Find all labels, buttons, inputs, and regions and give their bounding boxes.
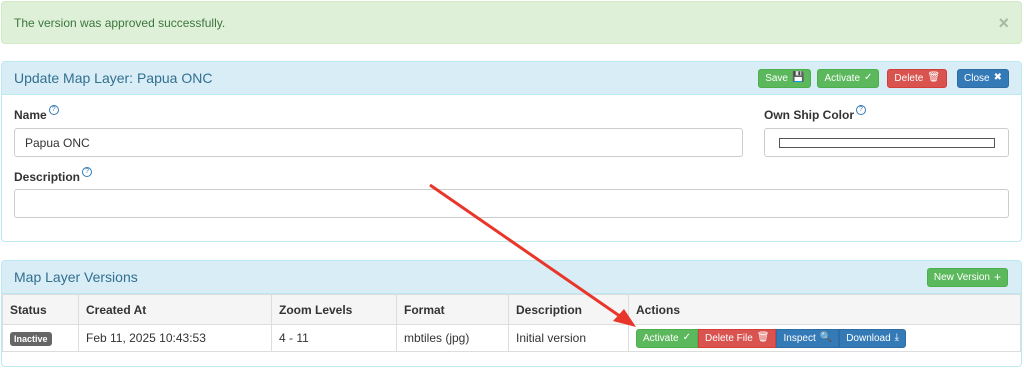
close-button-label: Close <box>964 72 990 84</box>
delete-button-label: Delete <box>894 72 924 84</box>
close-button[interactable]: Close ✖ <box>957 68 1009 88</box>
column-header: Format <box>396 294 509 325</box>
update-map-layer-panel: Update Map Layer: Papua ONC Save 💾 Activ… <box>1 61 1022 242</box>
update-panel-toolbar: Save 💾 Activate ✓ Delete 🗑 Close ✖ <box>758 68 1009 88</box>
versions-table: Status Created At Zoom Levels Format Des… <box>2 294 1021 352</box>
created-at-cell: Feb 11, 2025 10:43:53 <box>78 324 272 352</box>
new-version-label: New Version <box>933 271 990 283</box>
table-row: Inactive Feb 11, 2025 10:43:53 4 - 11 mb… <box>2 324 1021 352</box>
zoom-levels-cell: 4 - 11 <box>271 324 397 352</box>
delete-file-button[interactable]: Delete File 🗑 <box>697 328 777 348</box>
description-label-group: Description ? <box>14 167 93 184</box>
column-header: Actions <box>628 294 1021 325</box>
page: The version was approved successfully. ×… <box>0 0 1024 370</box>
own-ship-color-picker[interactable] <box>764 128 1009 157</box>
versions-panel-title: Map Layer Versions <box>14 269 138 285</box>
row-activate-button[interactable]: Activate ✓ <box>636 328 698 348</box>
help-icon[interactable]: ? <box>48 105 59 115</box>
column-header: Created At <box>78 294 272 325</box>
inspect-button[interactable]: Inspect 🔍 <box>776 328 840 348</box>
new-version-button[interactable]: New Version + <box>926 267 1008 287</box>
save-button-label: Save <box>765 72 788 84</box>
success-alert: The version was approved successfully. × <box>1 1 1022 44</box>
alert-message: The version was approved successfully. <box>14 15 226 30</box>
download-label: Download <box>846 332 891 344</box>
description-label: Description <box>14 170 81 184</box>
column-header: Description <box>508 294 629 325</box>
trash-icon: 🗑 <box>927 72 941 83</box>
close-x-icon: ✖ <box>993 72 1002 83</box>
download-icon: ⤓ <box>894 332 900 343</box>
status-cell: Inactive <box>2 324 79 352</box>
name-label-group: Name ? <box>14 105 59 122</box>
delete-button[interactable]: Delete 🗑 <box>887 68 948 88</box>
inspect-label: Inspect <box>783 332 816 344</box>
checkmark-icon: ✓ <box>864 72 873 83</box>
row-actions: Activate ✓ Delete File 🗑 Inspect 🔍 Downl… <box>636 328 1013 348</box>
format-cell: mbtiles (jpg) <box>396 324 509 352</box>
download-button[interactable]: Download ⤓ <box>839 328 907 348</box>
table-header-row: Status Created At Zoom Levels Format Des… <box>2 294 1021 325</box>
activate-button[interactable]: Activate ✓ <box>817 68 880 88</box>
floppy-disk-icon: 💾 <box>792 72 805 83</box>
plus-icon: + <box>993 270 1001 284</box>
name-input-value: Papua ONC <box>25 135 90 150</box>
activate-button-label: Activate <box>824 72 861 84</box>
description-input[interactable] <box>14 189 1009 218</box>
name-input[interactable]: Papua ONC <box>14 128 743 157</box>
help-icon[interactable]: ? <box>856 105 866 115</box>
own-ship-color-label: Own Ship Color <box>764 108 854 122</box>
checkmark-icon: ✓ <box>682 332 691 343</box>
help-icon[interactable]: ? <box>82 167 93 177</box>
color-swatch <box>778 137 995 148</box>
close-icon[interactable]: × <box>998 14 1009 32</box>
save-button[interactable]: Save 💾 <box>758 68 812 88</box>
trash-icon: 🗑 <box>756 332 770 343</box>
status-badge: Inactive <box>10 332 52 346</box>
versions-panel-heading: Map Layer Versions New Version + <box>2 261 1021 294</box>
update-panel-heading: Update Map Layer: Papua ONC Save 💾 Activ… <box>2 62 1021 95</box>
actions-cell: Activate ✓ Delete File 🗑 Inspect 🔍 Downl… <box>628 324 1021 352</box>
delete-file-label: Delete File <box>704 332 753 344</box>
magnifier-icon: 🔍 <box>819 332 833 343</box>
description-cell: Initial version <box>508 324 629 352</box>
update-panel-title: Update Map Layer: Papua ONC <box>14 70 213 86</box>
map-layer-versions-panel: Map Layer Versions New Version + Status … <box>1 260 1022 367</box>
column-header: Zoom Levels <box>271 294 397 325</box>
column-header: Status <box>2 294 79 325</box>
row-activate-label: Activate <box>643 332 679 344</box>
name-label: Name <box>14 108 47 122</box>
own-ship-color-label-group: Own Ship Color ? <box>764 105 866 122</box>
